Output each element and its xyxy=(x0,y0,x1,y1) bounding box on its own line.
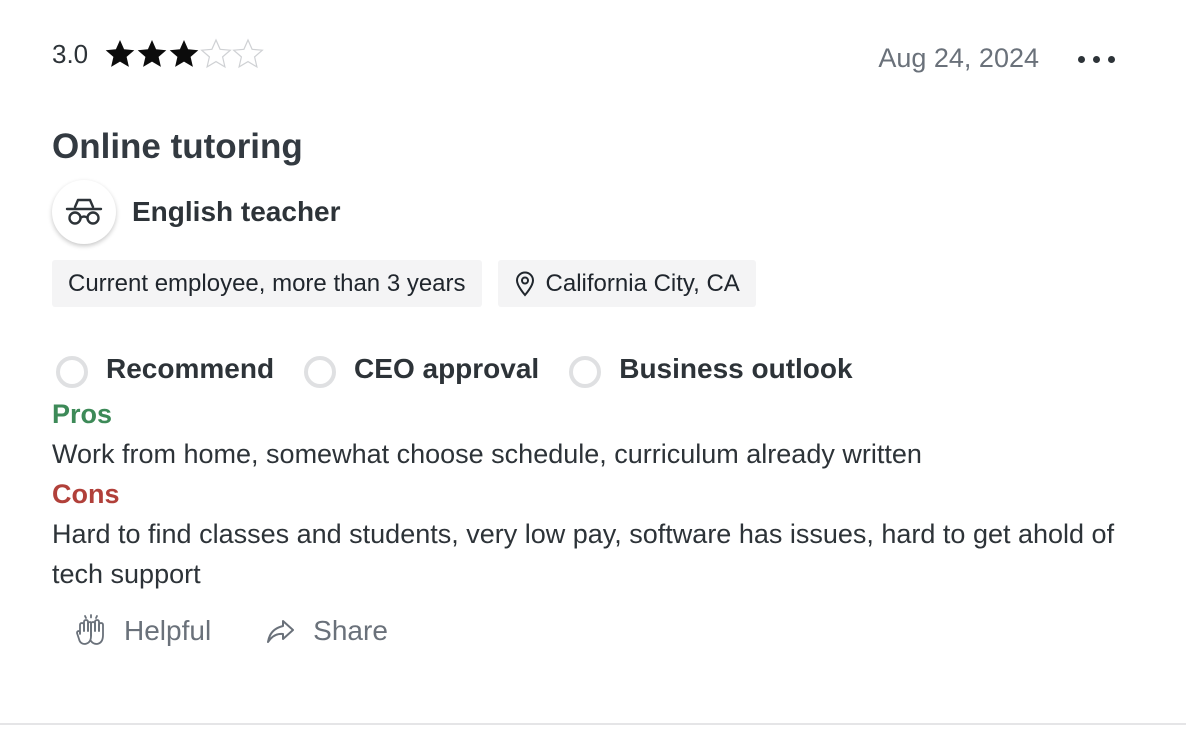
share-arrow-icon xyxy=(265,617,297,645)
recommend-label: Recommend xyxy=(106,353,275,384)
recommend-indicator: Recommend xyxy=(56,350,274,388)
rating-value: 3.0 xyxy=(52,39,89,69)
helpful-label: Helpful xyxy=(124,615,212,646)
job-title: English teacher xyxy=(132,196,341,227)
employment-status-chip: Current employee, more than 3 years xyxy=(52,260,482,307)
review-title: Online tutoring xyxy=(52,127,303,166)
business-outlook-indicator: Business outlook xyxy=(569,350,853,388)
review-actions: Helpful Share xyxy=(74,614,442,648)
approval-indicators: Recommend CEO approval Business outlook xyxy=(56,350,883,388)
star-empty-icon xyxy=(200,38,232,69)
business-outlook-label: Business outlook xyxy=(619,353,853,384)
cons-text: Hard to find classes and students, very … xyxy=(52,519,1115,589)
star-filled-icon xyxy=(137,40,167,67)
anonymous-avatar-icon xyxy=(52,180,116,244)
bottom-divider xyxy=(0,723,1186,725)
ceo-approval-indicator: CEO approval xyxy=(304,350,539,388)
share-label: Share xyxy=(313,615,388,646)
neutral-circle-icon xyxy=(569,356,602,388)
location-label: California City, CA xyxy=(545,269,740,297)
cons-heading: Cons xyxy=(52,479,120,509)
employment-status-label: Current employee, more than 3 years xyxy=(68,269,466,297)
author-row: English teacher xyxy=(52,180,341,244)
more-dot-icon xyxy=(1092,55,1100,63)
review-card: 3.0 Aug 24, 2024 Online tutoring English… xyxy=(0,0,1186,730)
star-empty-icon xyxy=(232,38,264,69)
location-chip: California City, CA xyxy=(497,260,756,307)
helpful-button[interactable]: Helpful xyxy=(74,614,211,648)
pros-text: Work from home, somewhat choose schedule… xyxy=(52,439,922,469)
more-options-button[interactable] xyxy=(1066,44,1126,74)
star-rating xyxy=(104,38,264,70)
review-tags: Current employee, more than 3 years Cali… xyxy=(52,260,772,307)
neutral-circle-icon xyxy=(56,356,88,388)
star-filled-icon xyxy=(169,40,199,67)
star-filled-icon xyxy=(105,40,135,67)
pros-heading: Pros xyxy=(52,399,113,429)
map-pin-icon xyxy=(514,271,536,297)
more-dot-icon xyxy=(1077,55,1085,63)
review-date: Aug 24, 2024 xyxy=(878,43,1039,73)
ceo-approval-label: CEO approval xyxy=(354,353,540,384)
more-dot-icon xyxy=(1107,55,1115,63)
neutral-circle-icon xyxy=(304,356,337,388)
high-five-icon xyxy=(74,614,108,648)
share-button[interactable]: Share xyxy=(265,615,388,647)
rating-row: 3.0 xyxy=(52,34,264,74)
